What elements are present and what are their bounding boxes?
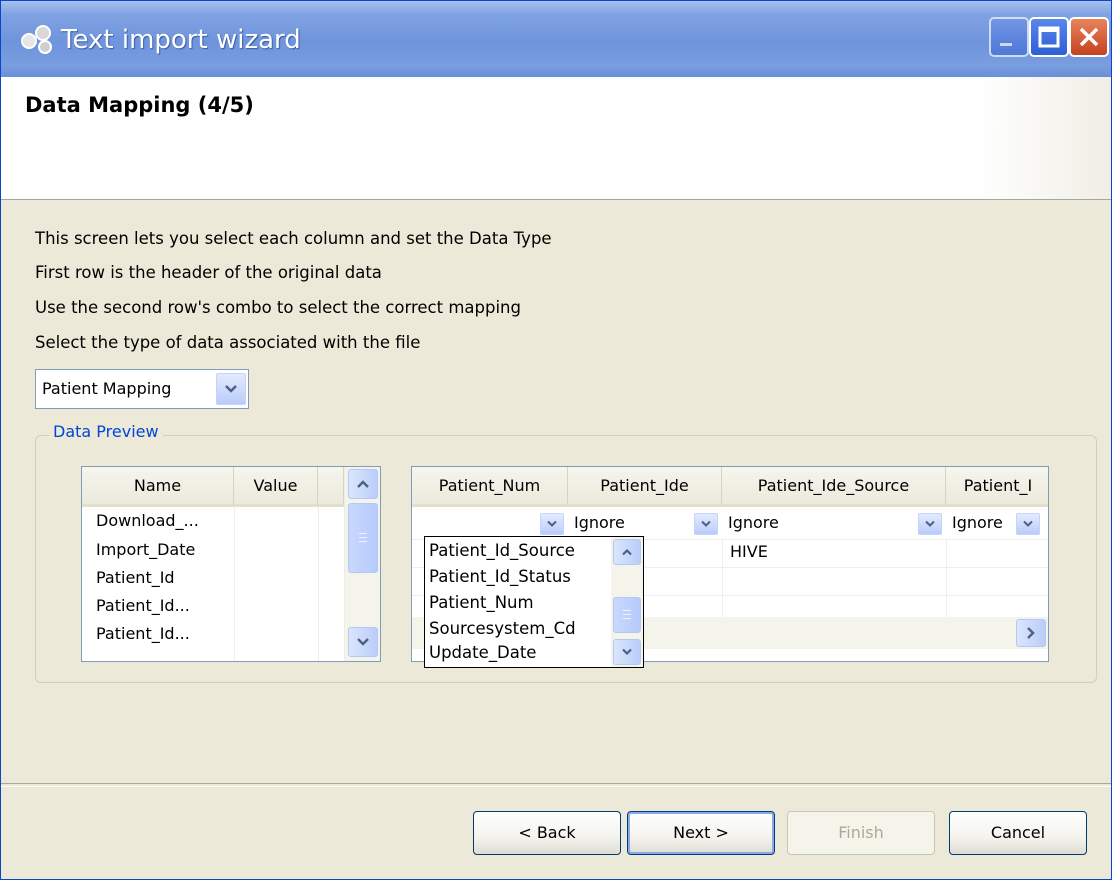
dropdown-vertical-scrollbar[interactable]: [611, 537, 643, 667]
mapping-combo-patient-ide-button[interactable]: [694, 513, 718, 535]
table-row[interactable]: Download_...: [96, 511, 199, 530]
file-type-dropdown-button[interactable]: [216, 373, 246, 405]
scroll-up-button[interactable]: [348, 469, 378, 499]
finish-button[interactable]: Finish: [787, 811, 935, 855]
column-header-patient-ide[interactable]: Patient_Ide: [568, 467, 722, 507]
column-header-filler: [318, 467, 344, 507]
app-icon: [21, 23, 55, 55]
window-title: Text import wizard: [61, 25, 301, 55]
maximize-button[interactable]: [1029, 17, 1069, 57]
column-header-patient-ide-source[interactable]: Patient_Ide_Source: [722, 467, 946, 507]
wizard-header: Data Mapping (4/5): [1, 77, 1111, 200]
mapping-combo-patient-ide-source[interactable]: Ignore: [728, 513, 779, 532]
name-table-vertical-scrollbar[interactable]: [344, 467, 380, 661]
grid-line: [946, 539, 947, 619]
grid-line: [234, 507, 235, 661]
scroll-down-button[interactable]: [613, 639, 641, 665]
table-row[interactable]: Patient_Id...: [96, 624, 190, 643]
scroll-right-button[interactable]: [1016, 619, 1046, 647]
mapping-combo-patient-ide-source-button[interactable]: [918, 513, 942, 535]
column-header-patient-i[interactable]: Patient_I: [946, 467, 1048, 507]
text-import-wizard-window: Text import wizard Data Mapping (4/5) Th…: [0, 0, 1112, 880]
title-bar[interactable]: Text import wizard: [1, 1, 1111, 77]
dropdown-option[interactable]: Patient_Id_Source: [429, 541, 575, 560]
close-button[interactable]: [1069, 17, 1109, 57]
scroll-thumb[interactable]: [348, 503, 378, 573]
mapping-combo-patient-i-button[interactable]: [1016, 513, 1040, 535]
mapping-combo-patient-num-button[interactable]: [540, 513, 564, 535]
table-row[interactable]: Patient_Id...: [96, 596, 190, 615]
dropdown-option[interactable]: Update_Date: [429, 643, 536, 662]
column-header-value[interactable]: Value: [234, 467, 318, 507]
instruction-line-3: Use the second row's combo to select the…: [35, 298, 521, 317]
column-header-name[interactable]: Name: [82, 467, 234, 507]
instruction-line-4: Select the type of data associated with …: [35, 333, 421, 352]
instruction-line-1: This screen lets you select each column …: [35, 229, 552, 248]
page-title: Data Mapping (4/5): [25, 93, 254, 117]
column-header-patient-num[interactable]: Patient_Num: [412, 467, 568, 507]
file-type-combo[interactable]: Patient Mapping: [35, 369, 249, 409]
footer-separator: [1, 783, 1111, 787]
file-type-value: Patient Mapping: [42, 379, 172, 398]
scroll-thumb[interactable]: [613, 597, 641, 633]
grid-line: [318, 507, 319, 661]
table-cell[interactable]: HIVE: [730, 542, 768, 561]
mapping-combo-patient-i[interactable]: Ignore: [952, 513, 1012, 532]
next-button[interactable]: Next >: [627, 811, 775, 855]
name-value-table[interactable]: Name Value Download_... Import_Date Pati…: [81, 466, 381, 662]
instruction-line-2: First row is the header of the original …: [35, 263, 382, 282]
grid-line: [722, 539, 723, 619]
scroll-up-button[interactable]: [613, 539, 641, 565]
table-row[interactable]: Import_Date: [96, 540, 195, 559]
mapping-dropdown-list[interactable]: Patient_Id_Source Patient_Id_Status Pati…: [424, 536, 644, 668]
table-row[interactable]: Patient_Id: [96, 568, 175, 587]
mapping-combo-patient-ide[interactable]: Ignore: [574, 513, 625, 532]
cancel-button[interactable]: Cancel: [949, 811, 1087, 855]
dropdown-option[interactable]: Patient_Num: [429, 593, 534, 612]
data-preview-label: Data Preview: [49, 422, 163, 441]
minimize-button[interactable]: [989, 17, 1029, 57]
scroll-down-button[interactable]: [348, 627, 378, 657]
back-button[interactable]: < Back: [473, 811, 621, 855]
dropdown-option[interactable]: Patient_Id_Status: [429, 567, 571, 586]
dropdown-option[interactable]: Sourcesystem_Cd: [429, 619, 576, 638]
